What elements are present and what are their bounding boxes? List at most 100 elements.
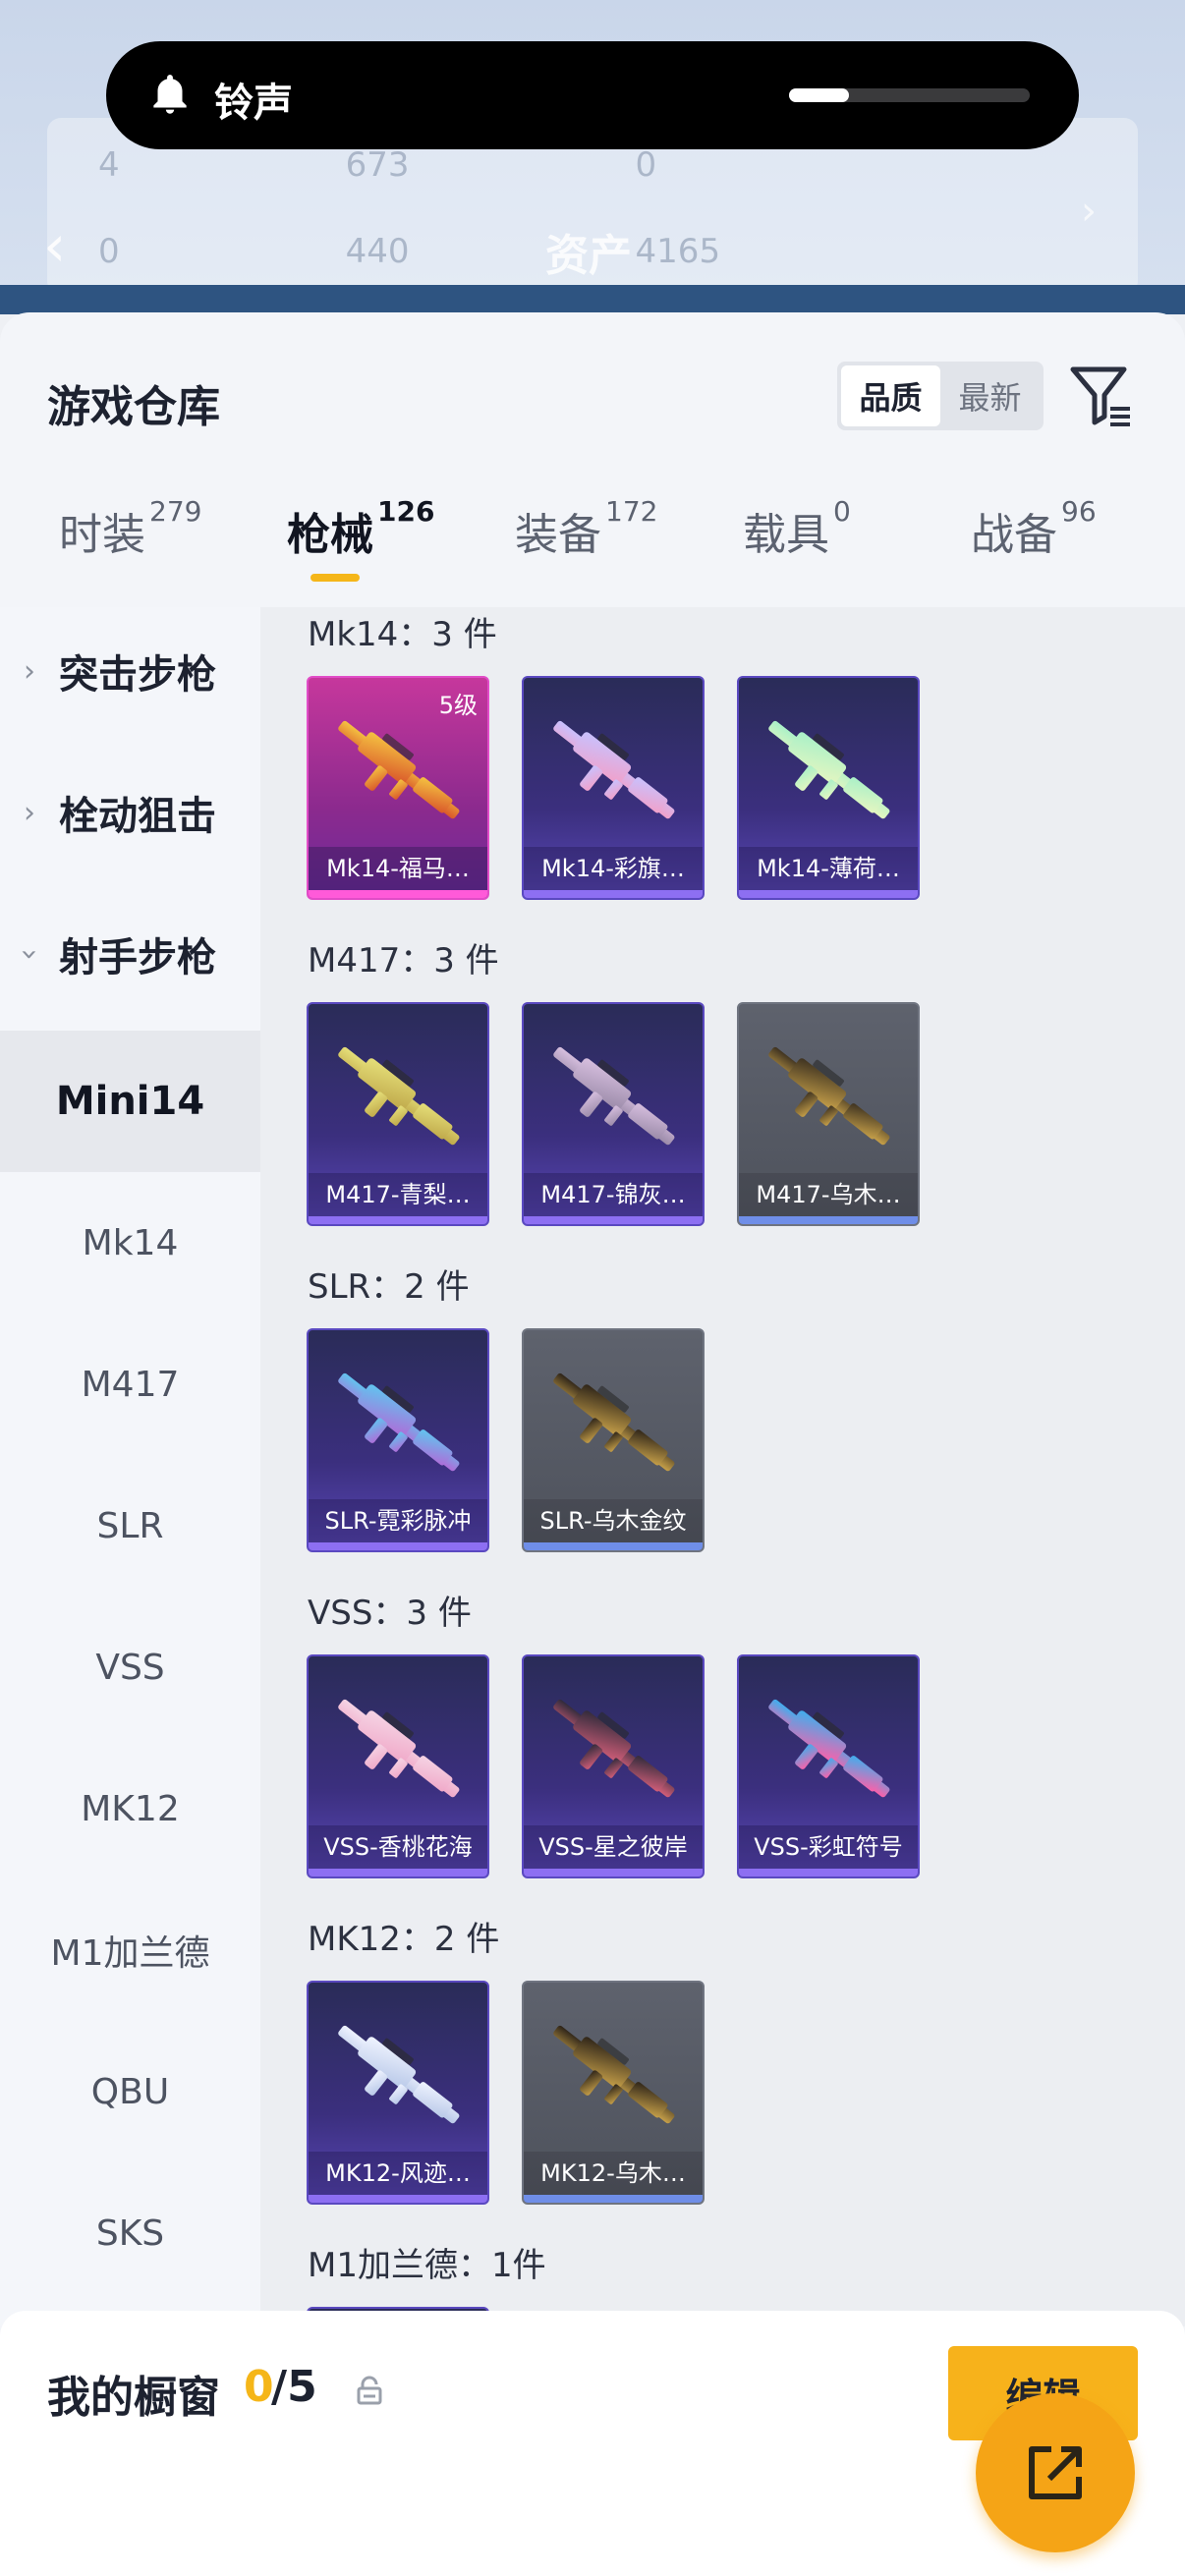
- weapon-skin-image: [338, 1046, 460, 1146]
- chevron-right-icon: ›: [24, 653, 35, 689]
- weapon-skin-card[interactable]: SLR-霓彩脉冲: [307, 1328, 489, 1552]
- nav-subitem-mini14[interactable]: Mini14: [0, 1031, 260, 1172]
- lock-icon: [357, 2376, 382, 2405]
- category-tabs: 时装 279 枪械 126 装备 172 载具 0 战备 96: [0, 495, 1185, 607]
- sort-by-newest[interactable]: 最新: [940, 365, 1040, 426]
- asset-stats-row-1: 4 673 0: [98, 145, 656, 185]
- tab-supplies[interactable]: 战备 96: [971, 495, 1097, 562]
- chevron-down-icon: ›: [12, 948, 47, 960]
- nav-subitem-m1-garand[interactable]: M1加兰德: [0, 1879, 260, 2021]
- rarity-bar: [309, 1216, 487, 1224]
- weapon-skin-name: SLR-乌木金纹: [524, 1499, 703, 1542]
- back-chevron-icon[interactable]: ‹: [43, 216, 83, 275]
- nav-subitem-mk12[interactable]: MK12: [0, 1738, 260, 1879]
- weapon-skin-card[interactable]: MK12-风迹…: [307, 1981, 489, 2205]
- weapon-skin-image: [768, 1046, 890, 1146]
- nav-category-marksman-rifle[interactable]: › 射手步枪: [0, 900, 260, 1008]
- tab-active-indicator: [310, 574, 360, 582]
- weapon-skin-card[interactable]: VSS-香桃花海: [307, 1654, 489, 1878]
- showcase-label: 我的橱窗: [47, 2373, 220, 2423]
- tab-label: 载具: [743, 510, 829, 560]
- sort-toggle: 品质 最新: [837, 362, 1044, 430]
- rarity-bar: [309, 1869, 487, 1876]
- weapon-skin-image: [768, 720, 890, 819]
- nav-subitem-mk14[interactable]: Mk14: [0, 1172, 260, 1314]
- weapon-skin-image: [768, 1699, 890, 1798]
- chevron-right-icon: ›: [1081, 189, 1097, 234]
- tab-equipment[interactable]: 装备 172: [515, 495, 657, 562]
- tab-vehicles[interactable]: 载具 0: [743, 495, 851, 562]
- tab-count: 96: [1061, 495, 1097, 528]
- weapon-skin-name: VSS-香桃花海: [309, 1825, 487, 1869]
- weapon-skin-name: SLR-霓彩脉冲: [309, 1499, 487, 1542]
- share-out-icon: [1029, 2446, 1082, 2499]
- tab-label: 时装: [59, 510, 145, 560]
- sort-by-quality[interactable]: 品质: [841, 365, 940, 426]
- weapon-skin-name: VSS-星之彼岸: [524, 1825, 703, 1869]
- weapon-skin-image: [553, 1046, 675, 1146]
- volume-fill: [789, 88, 850, 102]
- stat-value: 4: [98, 145, 120, 185]
- nav-category-assault-rifle[interactable]: › 突击步枪: [0, 617, 260, 725]
- rarity-bar: [524, 890, 703, 898]
- chevron-right-icon: ›: [24, 795, 35, 830]
- weapon-skin-image: [553, 2025, 675, 2124]
- weapon-skin-card[interactable]: M417-乌木…: [737, 1002, 920, 1226]
- header-band: [0, 285, 1185, 314]
- nav-subitem-vss[interactable]: VSS: [0, 1596, 260, 1738]
- weapon-skin-name: MK12-乌木…: [524, 2152, 703, 2195]
- stat-value: 0: [98, 232, 120, 271]
- showcase-used-count: 0: [244, 2362, 274, 2412]
- nav-category-label: 射手步枪: [59, 935, 216, 980]
- weapon-skin-name: M417-乌木…: [739, 1173, 918, 1216]
- weapon-skin-card[interactable]: M417-青梨…: [307, 1002, 489, 1226]
- nav-category-label: 突击步枪: [59, 652, 216, 698]
- weapon-skin-image: [338, 2025, 460, 2124]
- nav-subitem-qbu[interactable]: QBU: [0, 2021, 260, 2162]
- weapon-skin-card[interactable]: Mk14-薄荷…: [737, 676, 920, 900]
- weapon-skin-card[interactable]: M417-锦灰…: [522, 1002, 705, 1226]
- nav-subitem-sks[interactable]: SKS: [0, 2162, 260, 2304]
- bell-icon: [153, 75, 187, 114]
- group-title: M417：3 件: [308, 941, 499, 980]
- sheet-title: 游戏仓库: [47, 382, 220, 432]
- weapon-grid: Mk14：3 件 5级 Mk14-福马… Mk14-彩旗… Mk14-薄荷… M417：3…: [260, 607, 1185, 2326]
- tab-weapons[interactable]: 枪械 126: [287, 495, 434, 582]
- rarity-bar: [309, 2195, 487, 2203]
- weapon-skin-card[interactable]: VSS-星之彼岸: [522, 1654, 705, 1878]
- tab-count: 279: [149, 495, 202, 528]
- nav-category-bolt-sniper[interactable]: › 栓动狙击: [0, 758, 260, 867]
- volume-track: [789, 88, 1030, 102]
- weapon-skin-name: MK12-风迹…: [309, 2152, 487, 2195]
- weapon-skin-card[interactable]: SLR-乌木金纹: [522, 1328, 705, 1552]
- weapon-skin-name: Mk14-彩旗…: [524, 847, 703, 890]
- weapon-skin-card[interactable]: 5级 Mk14-福马…: [307, 676, 489, 900]
- group-title: M1加兰德：1件: [308, 2246, 546, 2285]
- share-button[interactable]: [976, 2393, 1135, 2552]
- page-title: 资产: [545, 231, 632, 281]
- stat-value: 673: [345, 145, 410, 185]
- tab-fashion[interactable]: 时装 279: [59, 495, 201, 562]
- filter-icon[interactable]: [1069, 362, 1132, 430]
- weapon-skin-name: M417-青梨…: [309, 1173, 487, 1216]
- weapon-skin-card[interactable]: VSS-彩虹符号: [737, 1654, 920, 1878]
- weapon-skin-card[interactable]: MK12-乌木…: [522, 1981, 705, 2205]
- weapon-skin-name: VSS-彩虹符号: [739, 1825, 918, 1869]
- weapon-skin-name: M417-锦灰…: [524, 1173, 703, 1216]
- rarity-bar: [309, 890, 487, 898]
- group-title: MK12：2 件: [308, 1920, 500, 1959]
- tab-label: 战备: [971, 510, 1057, 560]
- tab-label: 枪械: [287, 510, 373, 560]
- rarity-bar: [739, 890, 918, 898]
- weapon-skin-image: [553, 1699, 675, 1798]
- group-title: Mk14：3 件: [308, 615, 497, 654]
- skin-level-badge: 5级: [438, 692, 478, 719]
- rarity-bar: [524, 2195, 703, 2203]
- nav-subitem-slr[interactable]: SLR: [0, 1455, 260, 1596]
- weapon-skin-name: Mk14-福马…: [309, 847, 487, 890]
- weapon-type-nav: › 突击步枪 › 栓动狙击 › 射手步枪 Mini14 Mk14 M417 SL…: [0, 607, 260, 2326]
- weapon-skin-image: [553, 720, 675, 819]
- stat-value: 0: [635, 145, 657, 185]
- nav-subitem-m417[interactable]: M417: [0, 1314, 260, 1455]
- weapon-skin-card[interactable]: Mk14-彩旗…: [522, 676, 705, 900]
